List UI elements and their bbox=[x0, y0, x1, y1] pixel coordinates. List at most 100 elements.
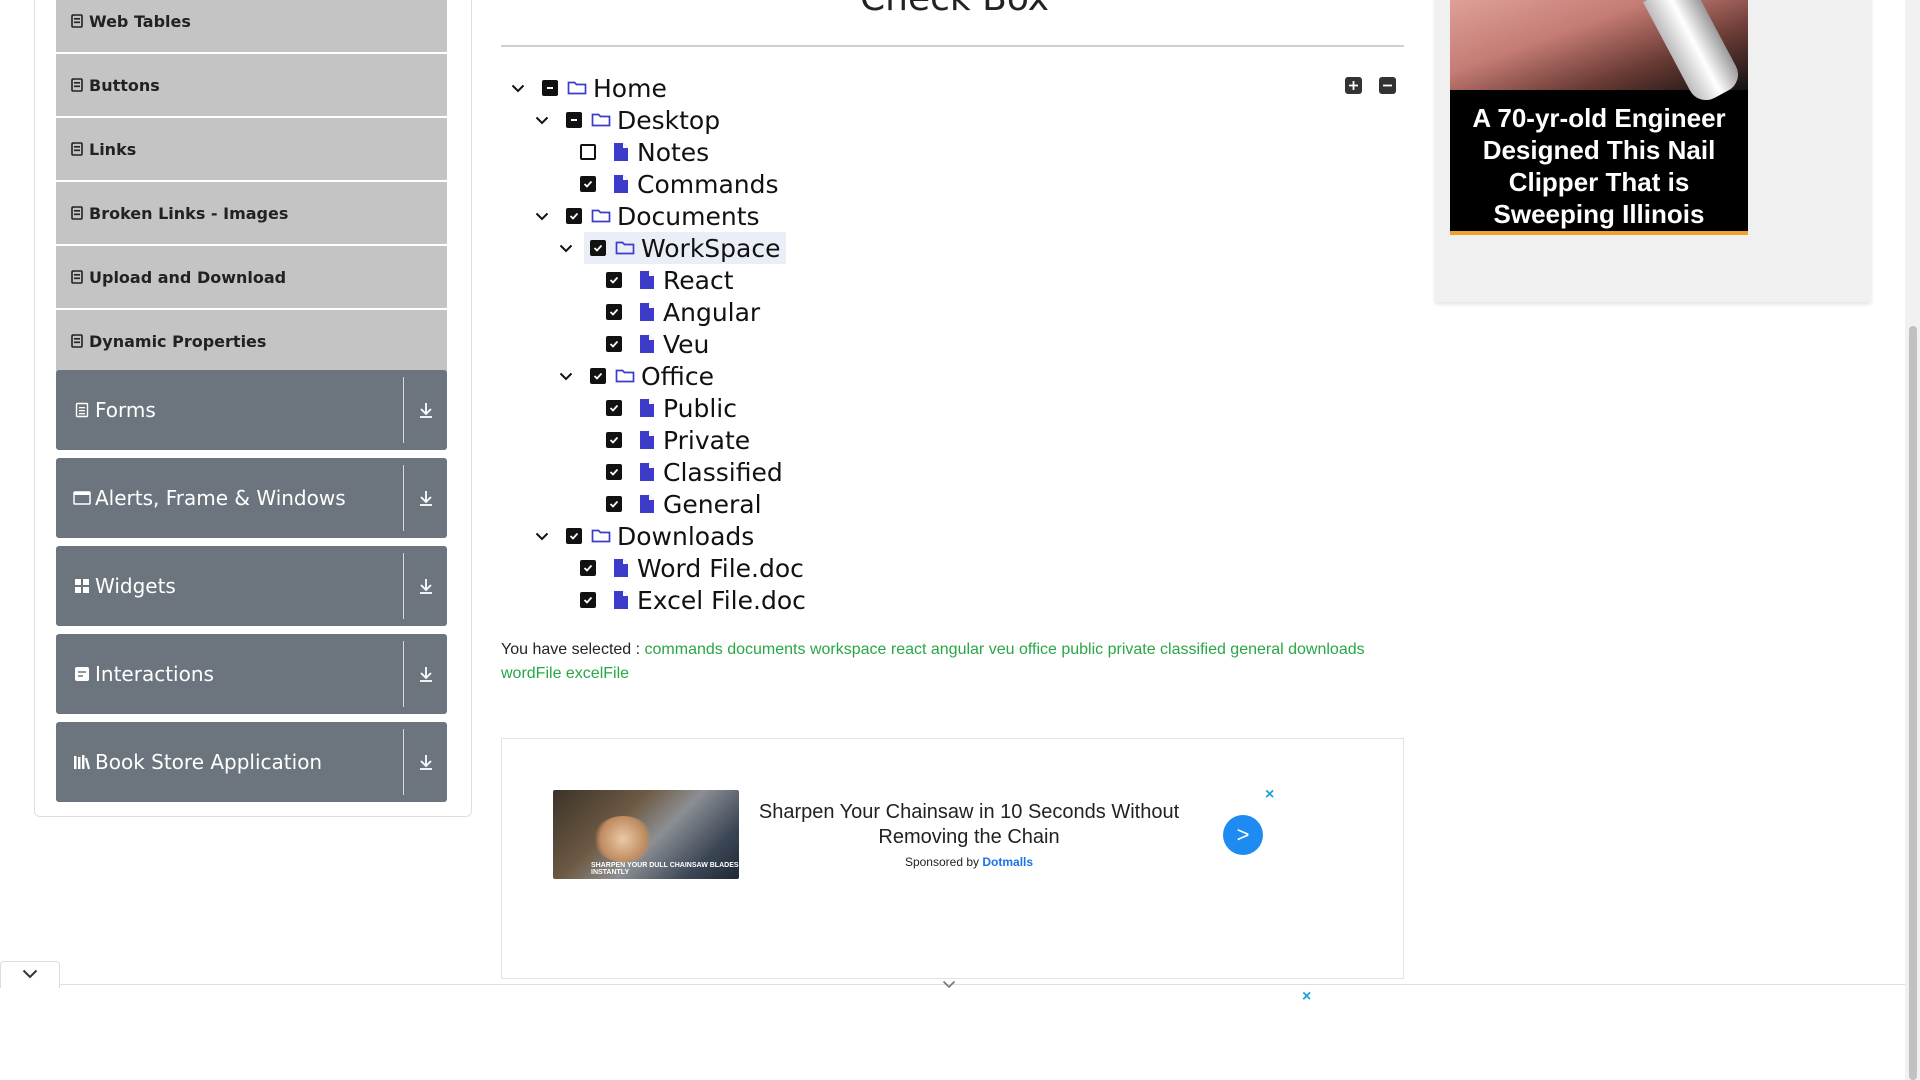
scrollbar-thumb[interactable] bbox=[1909, 326, 1917, 1080]
tree-node-label[interactable]: React bbox=[658, 266, 739, 295]
checkbox-checked[interactable] bbox=[590, 240, 606, 256]
ad-thumbnail[interactable]: Sharpen your dull chainsaw blades instan… bbox=[553, 790, 739, 879]
sidebar-item-web-tables[interactable]: Web Tables bbox=[56, 0, 447, 52]
tree-node-label[interactable]: Private bbox=[658, 426, 755, 455]
checkbox-checked[interactable] bbox=[606, 496, 622, 512]
tree-node-label[interactable]: Commands bbox=[632, 170, 784, 199]
form-icon bbox=[73, 401, 91, 419]
checkbox-checked[interactable] bbox=[590, 368, 606, 384]
download-arrow-icon[interactable] bbox=[404, 577, 447, 595]
file-icon bbox=[610, 557, 632, 579]
tree-node-label[interactable]: Angular bbox=[658, 298, 765, 327]
download-arrow-icon[interactable] bbox=[404, 665, 447, 683]
tree-node-public: Public bbox=[606, 393, 742, 423]
tree-node-downloads: Downloads bbox=[532, 521, 759, 551]
tree-node-label[interactable]: Home bbox=[588, 74, 672, 103]
tree-node-label[interactable]: Desktop bbox=[612, 106, 725, 135]
tree-node-documents: Documents bbox=[532, 201, 765, 231]
list-icon bbox=[71, 270, 83, 284]
collapse-all-button[interactable] bbox=[1379, 77, 1396, 94]
checkbox-checked[interactable] bbox=[606, 304, 622, 320]
tree-node-label[interactable]: General bbox=[658, 490, 767, 519]
checkbox-checked[interactable] bbox=[606, 336, 622, 352]
tree-node-excel-file: Excel File.doc bbox=[580, 585, 811, 615]
ad-go-button[interactable]: > bbox=[1223, 815, 1263, 855]
sidebar-item-upload-download[interactable]: Upload and Download bbox=[56, 246, 447, 308]
chevron-down-icon[interactable] bbox=[508, 78, 528, 98]
sidebar-group-book-store[interactable]: Book Store Application bbox=[56, 722, 447, 802]
chevron-down-icon[interactable] bbox=[556, 366, 576, 386]
sidebar-item-label: Buttons bbox=[89, 75, 160, 95]
checkbox-checked[interactable] bbox=[566, 528, 582, 544]
side-ad-image[interactable]: A 70-yr-old Engineer Designed This Nail … bbox=[1450, 0, 1748, 235]
expand-all-button[interactable] bbox=[1345, 77, 1362, 94]
checkbox-checked[interactable] bbox=[580, 560, 596, 576]
chevron-down-icon[interactable] bbox=[532, 206, 552, 226]
download-arrow-icon[interactable] bbox=[404, 753, 447, 771]
download-arrow-icon[interactable] bbox=[404, 489, 447, 507]
tree-node-home: Home bbox=[508, 73, 672, 103]
tree-node-private: Private bbox=[606, 425, 755, 455]
ad-headline[interactable]: Sharpen Your Chainsaw in 10 Seconds With… bbox=[754, 800, 1184, 850]
checkbox-checked[interactable] bbox=[580, 176, 596, 192]
tree-node-label[interactable]: Word File.doc bbox=[632, 554, 809, 583]
tree-node-label[interactable]: Veu bbox=[658, 330, 714, 359]
sidebar-group-label: Book Store Application bbox=[95, 750, 323, 774]
chevron-down-icon[interactable] bbox=[532, 110, 552, 130]
tree-node-label[interactable]: Notes bbox=[632, 138, 714, 167]
ad-close-button[interactable]: × bbox=[1265, 786, 1274, 804]
result-prefix: You have selected : bbox=[501, 641, 641, 658]
tree-node-classified: Classified bbox=[606, 457, 788, 487]
list-icon bbox=[71, 14, 83, 28]
tree-node-label[interactable]: Downloads bbox=[612, 522, 759, 551]
interactions-icon bbox=[73, 665, 91, 683]
sidebar-item-dynamic-properties[interactable]: Dynamic Properties bbox=[56, 310, 447, 372]
sidebar-group-alerts[interactable]: Alerts, Frame & Windows bbox=[56, 458, 447, 538]
elements-submenu: Web Tables Buttons Links Broken Links - … bbox=[56, 0, 447, 374]
checkbox-unchecked[interactable] bbox=[580, 144, 596, 160]
sidebar-item-broken-links[interactable]: Broken Links - Images bbox=[56, 182, 447, 244]
tree-node-commands: Commands bbox=[580, 169, 784, 199]
download-arrow-icon[interactable] bbox=[404, 401, 447, 419]
sidebar-item-buttons[interactable]: Buttons bbox=[56, 54, 447, 116]
tree-node-label[interactable]: Classified bbox=[658, 458, 788, 487]
checkbox-checked[interactable] bbox=[606, 400, 622, 416]
collapse-footer-button[interactable] bbox=[0, 961, 60, 988]
tree-node-word-file: Word File.doc bbox=[580, 553, 809, 583]
list-icon bbox=[71, 78, 83, 92]
ad-sponsor-line: Sponsored by Dotmalls bbox=[754, 855, 1184, 869]
side-ad-text: A 70-yr-old Engineer Designed This Nail … bbox=[1472, 103, 1726, 229]
selection-result: You have selected : commands documents w… bbox=[501, 638, 1381, 686]
tree-node-label[interactable]: Excel File.doc bbox=[632, 586, 811, 615]
folder-icon bbox=[590, 525, 612, 547]
tree-node-office: Office bbox=[556, 361, 719, 391]
sidebar-item-links[interactable]: Links bbox=[56, 118, 447, 180]
bottom-ad-area bbox=[0, 985, 1905, 1080]
chevron-down-icon[interactable] bbox=[532, 526, 552, 546]
chevron-down-icon[interactable] bbox=[556, 238, 576, 258]
vertical-scrollbar[interactable] bbox=[1905, 0, 1920, 1080]
checkbox-partial[interactable] bbox=[566, 112, 582, 128]
sidebar-group-forms[interactable]: Forms bbox=[56, 370, 447, 450]
footer-ad-close-button[interactable]: × bbox=[1302, 988, 1311, 1006]
sidebar-item-label: Upload and Download bbox=[89, 267, 287, 287]
checkbox-checked[interactable] bbox=[566, 208, 582, 224]
sidebar-group-widgets[interactable]: Widgets bbox=[56, 546, 447, 626]
tree-node-label[interactable]: Documents bbox=[612, 202, 765, 231]
ad-sponsor-name[interactable]: Dotmalls bbox=[982, 855, 1033, 869]
checkbox-checked[interactable] bbox=[606, 464, 622, 480]
sidebar-group-interactions[interactable]: Interactions bbox=[56, 634, 447, 714]
checkbox-checked[interactable] bbox=[606, 432, 622, 448]
checkbox-partial[interactable] bbox=[542, 80, 558, 96]
tree-node-label[interactable]: WorkSpace bbox=[636, 234, 786, 263]
chevron-down-icon[interactable] bbox=[942, 976, 956, 994]
tree-node-react: React bbox=[606, 265, 739, 295]
tree-node-workspace: WorkSpace bbox=[556, 233, 786, 263]
list-icon bbox=[71, 142, 83, 156]
checkbox-checked[interactable] bbox=[606, 272, 622, 288]
checkbox-checked[interactable] bbox=[580, 592, 596, 608]
tree-node-desktop: Desktop bbox=[532, 105, 725, 135]
tree-node-label[interactable]: Public bbox=[658, 394, 742, 423]
tree-node-label[interactable]: Office bbox=[636, 362, 719, 391]
list-icon bbox=[71, 334, 83, 348]
